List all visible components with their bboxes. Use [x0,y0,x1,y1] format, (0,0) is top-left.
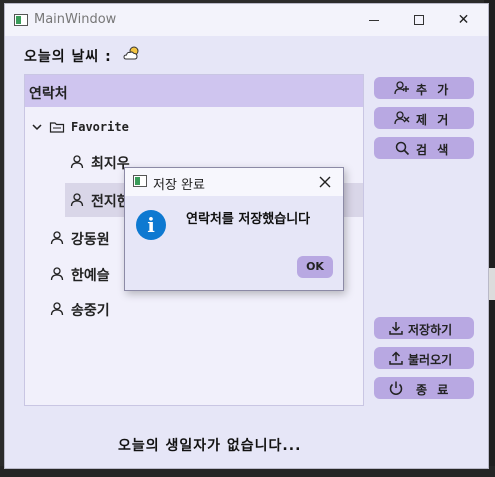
load-button[interactable]: 불러오기 [374,347,474,369]
contact-name: 송중기 [71,303,110,319]
contact-list-title: 연락처 [29,86,68,102]
close-icon: ✕ [457,12,470,28]
info-icon: i [136,210,166,240]
remove-button-label: 제 거 [416,113,452,127]
search-icon [395,141,410,156]
save-button[interactable]: 저장하기 [374,317,474,339]
close-button[interactable]: ✕ [441,4,486,36]
add-button[interactable]: 추 가 [374,77,474,99]
contact-item[interactable]: 송중기 [47,294,347,324]
remove-button[interactable]: 제 거 [374,107,474,129]
dialog-title-bar[interactable]: 저장 완료 [125,168,343,197]
title-bar[interactable]: MainWindow ✕ [5,4,488,36]
minimize-button[interactable] [351,4,396,36]
weather-label: 오늘의 날씨 : [24,49,112,65]
contact-list-header: 연락처 [25,75,363,107]
load-button-label: 불러오기 [408,353,453,367]
add-user-icon [394,81,409,95]
download-icon [389,322,403,335]
chevron-down-icon [32,124,42,131]
folder-icon [49,122,65,133]
minimize-icon [368,20,379,21]
save-complete-dialog: 저장 완료 i 연락처를 저장했습니다 OK [124,167,344,291]
person-icon [50,231,64,245]
ok-button[interactable]: OK [297,256,333,278]
dialog-body: i 연락처를 저장했습니다 OK [125,196,343,290]
exit-button[interactable]: 종 료 [374,377,474,399]
dialog-app-icon [133,175,147,187]
search-button-label: 검 색 [416,143,452,157]
dialog-title: 저장 완료 [153,178,205,193]
power-icon [389,381,403,395]
partly-cloudy-icon [123,46,139,60]
window-title: MainWindow [34,12,117,27]
remove-user-icon [394,111,410,125]
birthday-message: 오늘의 생일자가 없습니다... [118,438,302,454]
person-icon [70,193,84,207]
save-button-label: 저장하기 [408,323,453,337]
search-button[interactable]: 검 색 [374,137,474,159]
maximize-icon [413,15,424,25]
exit-button-label: 종 료 [416,383,452,397]
group-favorite[interactable]: Favorite [31,115,351,145]
upload-icon [389,351,403,365]
add-button-label: 추 가 [416,83,452,97]
contact-name: 한예슬 [71,268,110,284]
group-label: Favorite [71,120,129,134]
dialog-close-button[interactable] [317,174,333,190]
person-icon [50,267,64,281]
contact-name: 강동원 [71,232,110,248]
dialog-message: 연락처를 저장했습니다 [186,212,311,227]
person-icon [70,155,84,169]
app-icon [14,14,28,26]
person-icon [50,302,64,316]
maximize-button[interactable] [396,4,441,36]
